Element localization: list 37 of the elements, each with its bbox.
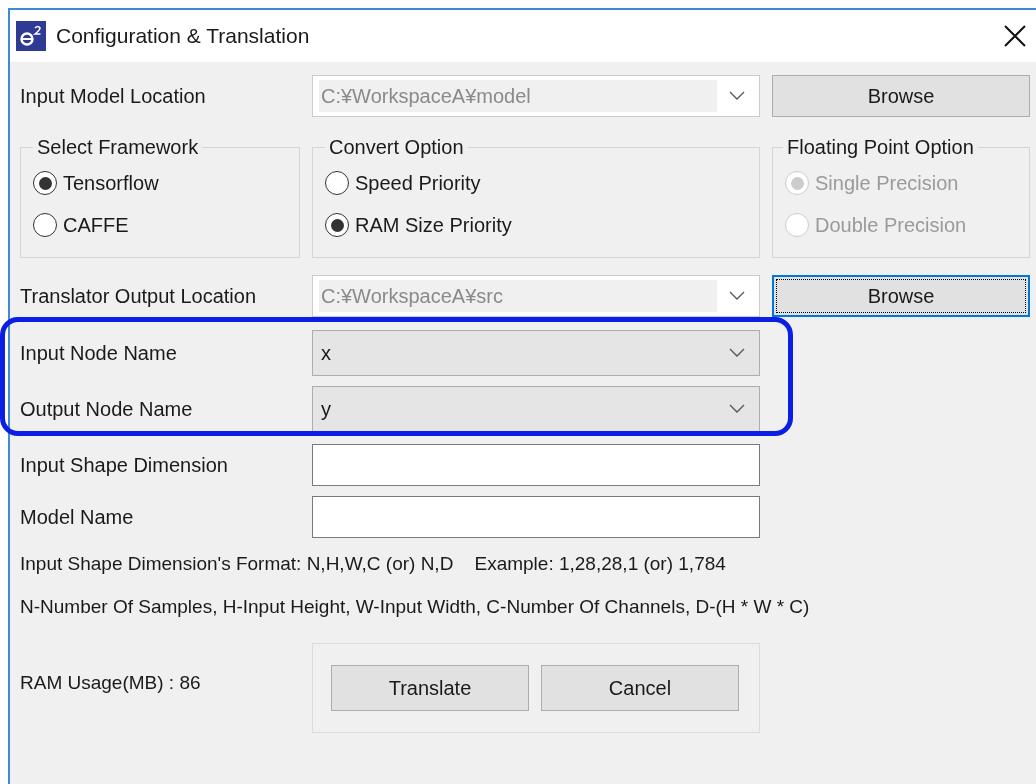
field-label: Translator Output Location <box>20 284 258 309</box>
format-note: N-Number Of Samples, H-Input Height, W-Input Width, C-Number Of Channels, D-(H * W * C) <box>20 594 811 619</box>
chevron-down-icon <box>729 348 745 358</box>
node-name-dropdown[interactable]: x <box>312 330 760 376</box>
text-field[interactable] <box>312 444 760 486</box>
radio-label: Speed Priority <box>355 171 481 196</box>
browse-button[interactable]: Browse <box>772 75 1030 117</box>
radio-label: RAM Size Priority <box>355 213 512 238</box>
field-label: Input Node Name <box>20 341 178 366</box>
dialog-button[interactable]: Cancel <box>541 665 739 711</box>
window-title: Configuration & Translation <box>56 23 311 50</box>
field-label: Output Node Name <box>20 397 194 422</box>
field-label: Input Model Location <box>20 84 207 109</box>
chevron-down-icon <box>729 404 745 414</box>
radio-button[interactable] <box>33 213 57 237</box>
chevron-down-icon <box>729 91 745 101</box>
group-title: Floating Point Option <box>786 135 975 160</box>
group-title: Select Framework <box>36 135 200 160</box>
chevron-down-icon <box>729 291 745 301</box>
browse-button[interactable]: Browse <box>772 275 1030 317</box>
radio-button[interactable] <box>325 171 349 195</box>
radio-label: Single Precision <box>815 171 959 196</box>
node-name-dropdown[interactable]: y <box>312 386 760 432</box>
radio-label: Double Precision <box>815 213 967 238</box>
close-icon[interactable] <box>1004 25 1026 47</box>
radio-label: Tensorflow <box>63 171 159 196</box>
radio-label: CAFFE <box>63 213 129 238</box>
dialog-button[interactable]: Translate <box>331 665 529 711</box>
text-field[interactable] <box>312 496 760 538</box>
field-label: Input Shape Dimension <box>20 453 229 478</box>
format-note: Input Shape Dimension's Format: N,H,W,C (or) N,D Example: 1,28,28,1 (or) 1,784 <box>20 552 727 576</box>
ram-usage-text: RAM Usage(MB) : 86 <box>20 671 202 695</box>
app-logo-icon <box>16 21 46 51</box>
radio-button[interactable] <box>325 213 349 237</box>
radio-button[interactable] <box>33 171 57 195</box>
field-label: Model Name <box>20 505 135 530</box>
group-title: Convert Option <box>328 135 465 160</box>
